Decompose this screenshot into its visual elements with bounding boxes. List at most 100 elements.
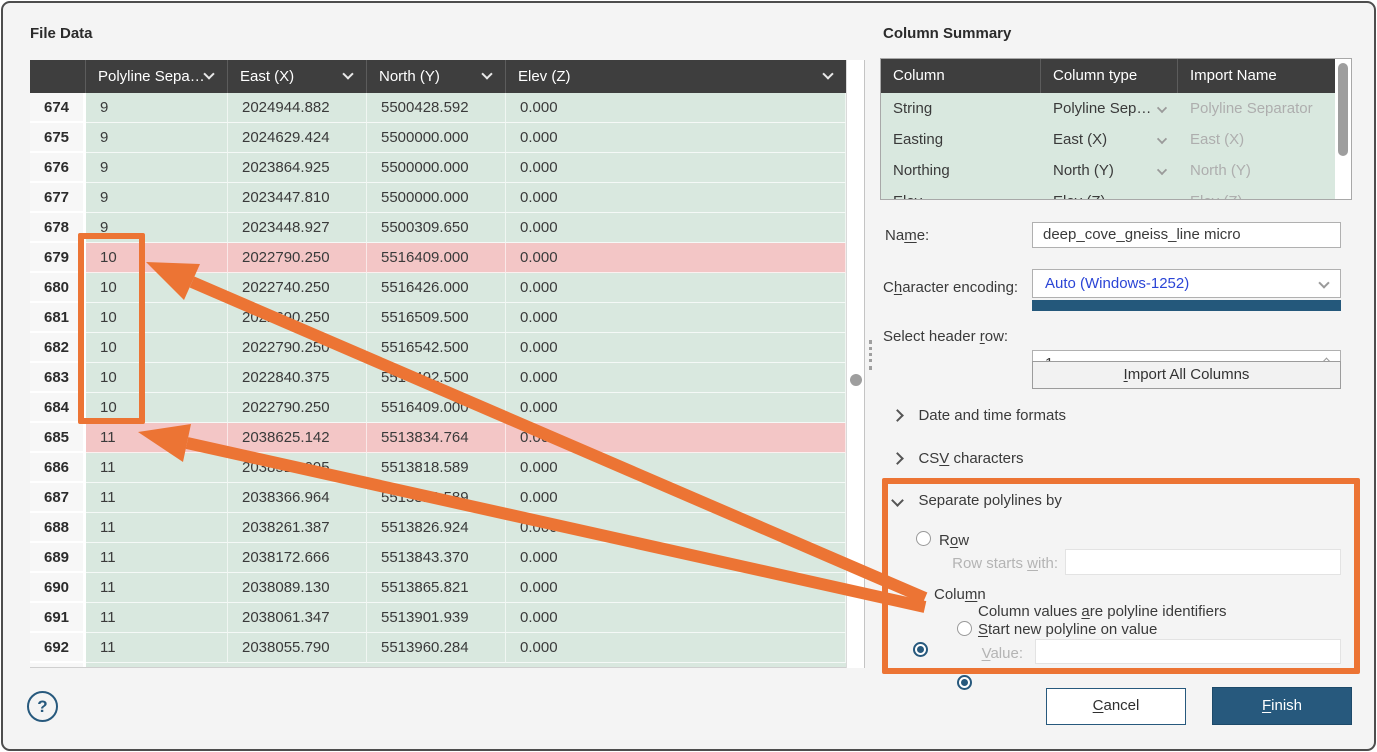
chevron-down-icon[interactable] (481, 68, 492, 79)
value-label: Value: (963, 645, 1023, 662)
cancel-button[interactable]: Cancel (1046, 688, 1186, 725)
elev-cell: 0.000 (506, 603, 846, 633)
north-cell: 5513818.589 (367, 483, 506, 513)
column-summary-table: Column Column type Import Name StringPol… (880, 58, 1352, 200)
chevron-down-icon[interactable] (342, 68, 353, 79)
file-data-table: Polyline Sepa… East (X) North (Y) Elev (… (30, 60, 846, 668)
chevron-right-icon (891, 452, 904, 465)
north-cell: 5516492.500 (367, 363, 506, 393)
summary-column-type-dropdown[interactable]: East (X) (1041, 124, 1178, 155)
elev-cell: 0.000 (506, 93, 846, 123)
table-row: 681102022690.2505516509.5000.000 (30, 303, 846, 333)
character-encoding-dropdown[interactable]: Auto (Windows-1252) (1032, 269, 1341, 298)
elev-cell: 0.000 (506, 633, 846, 663)
polyline-separator-cell: 11 (86, 633, 228, 663)
column-header-label: North (Y) (379, 68, 440, 85)
date-time-formats-section[interactable]: Date and time formats (893, 407, 1066, 425)
elev-cell: 0.000 (506, 303, 846, 333)
east-cell: 2038366.964 (228, 483, 367, 513)
column-header-label: East (X) (240, 68, 294, 85)
panel-splitter-grip[interactable] (869, 340, 873, 370)
polyline-separator-cell: 10 (86, 363, 228, 393)
elev-cell: 0.000 (506, 513, 846, 543)
polyline-separator-cell: 10 (86, 333, 228, 363)
column-summary-title: Column Summary (883, 25, 1011, 42)
row-number-cell: 677 (30, 183, 86, 213)
polyline-separator-cell: 11 (86, 573, 228, 603)
row-number-header (30, 60, 86, 93)
column-header-polyline-separator[interactable]: Polyline Sepa… (86, 60, 228, 93)
finish-button[interactable]: Finish (1212, 687, 1352, 725)
column-header-east-x[interactable]: East (X) (228, 60, 367, 93)
summary-scrollbar-thumb[interactable] (1338, 63, 1348, 156)
column-radio[interactable] (913, 642, 928, 657)
east-cell: 2024629.424 (228, 123, 367, 153)
row-number-cell: 679 (30, 243, 86, 273)
separate-polylines-label: Separate polylines by (918, 492, 1061, 509)
summary-column-type-dropdown[interactable]: North (Y) (1041, 155, 1178, 186)
chevron-down-icon (1318, 277, 1329, 288)
row-number-cell: 676 (30, 153, 86, 183)
summary-column-type-dropdown[interactable]: Polyline Sep… (1041, 93, 1178, 124)
row-number-cell: 682 (30, 333, 86, 363)
polyline-separator-cell: 10 (86, 273, 228, 303)
east-cell: 2022790.250 (228, 393, 367, 423)
elev-cell: 0.000 (506, 273, 846, 303)
scrollbar-thumb[interactable] (850, 374, 862, 386)
help-button[interactable]: ? (27, 691, 58, 722)
file-data-rows: 67492024944.8825500428.5920.000675920246… (30, 93, 846, 663)
elev-cell: 0.000 (506, 453, 846, 483)
column-header-label: Polyline Sepa… (98, 68, 205, 85)
table-row: 682102022790.2505516542.5000.000 (30, 333, 846, 363)
polyline-separator-cell: 11 (86, 603, 228, 633)
table-row: 67692023864.9255500000.0000.000 (30, 153, 846, 183)
east-cell: 2023448.927 (228, 213, 367, 243)
start-new-polyline-label: Start new polyline on value (978, 621, 1157, 638)
north-cell: 5516509.500 (367, 303, 506, 333)
row-number-cell: 674 (30, 93, 86, 123)
row-number-cell: 686 (30, 453, 86, 483)
table-vertical-scrollbar[interactable] (846, 60, 865, 668)
row-radio[interactable] (916, 531, 931, 546)
row-number-cell: 680 (30, 273, 86, 303)
row-number-cell: 681 (30, 303, 86, 333)
row-radio-label: Row (939, 532, 969, 549)
chevron-down-icon (1157, 134, 1167, 144)
row-number-cell: 687 (30, 483, 86, 513)
chevron-down-icon[interactable] (822, 68, 833, 79)
elev-cell: 0.000 (506, 183, 846, 213)
summary-column-type-dropdown[interactable]: Elev (Z) (1041, 186, 1178, 200)
polyline-separator-cell: 9 (86, 183, 228, 213)
separate-polylines-section[interactable]: Separate polylines by (893, 492, 1062, 510)
east-cell: 2038516.995 (228, 453, 367, 483)
elev-cell: 0.000 (506, 573, 846, 603)
name-input[interactable]: deep_cove_gneiss_line micro (1032, 222, 1341, 248)
chevron-down-icon[interactable] (203, 68, 214, 79)
csv-characters-section[interactable]: CSV characters (893, 450, 1024, 468)
summary-column-cell: Easting (881, 124, 1041, 155)
elev-cell: 0.000 (506, 213, 846, 243)
summary-column-cell: String (881, 93, 1041, 124)
east-cell: 2038089.130 (228, 573, 367, 603)
chevron-down-icon (1157, 103, 1167, 113)
table-row: 689112038172.6665513843.3700.000 (30, 543, 846, 573)
row-number-cell: 683 (30, 363, 86, 393)
question-mark-icon: ? (37, 697, 47, 716)
row-number-cell: 684 (30, 393, 86, 423)
character-encoding-label: Character encoding: (883, 279, 1018, 296)
summary-column-cell: Elev (881, 186, 1041, 200)
north-cell: 5516426.000 (367, 273, 506, 303)
north-cell: 5500428.592 (367, 93, 506, 123)
elev-cell: 0.000 (506, 123, 846, 153)
column-values-identifiers-radio[interactable] (957, 675, 972, 690)
row-number-cell: 691 (30, 603, 86, 633)
north-cell: 5513834.764 (367, 423, 506, 453)
import-all-columns-button[interactable]: Import All Columns (1032, 361, 1341, 389)
column-header-north-y[interactable]: North (Y) (367, 60, 506, 93)
start-new-polyline-radio[interactable] (957, 621, 972, 636)
chevron-right-icon (891, 409, 904, 422)
value-input (1035, 639, 1341, 664)
column-header-elev-z[interactable]: Elev (Z) (506, 60, 846, 93)
column-header-label: Elev (Z) (518, 68, 571, 85)
summary-scrollbar[interactable] (1335, 59, 1351, 199)
